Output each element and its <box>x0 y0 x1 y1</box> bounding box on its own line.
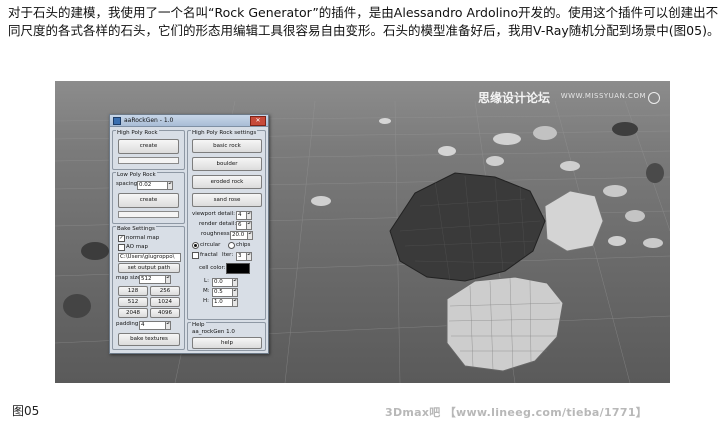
scene-watermark-site: WWW.MISSYUAN.COM <box>560 92 646 100</box>
bake-group: Bake Settings ✓ normal map AO map C:\Use… <box>112 226 185 350</box>
article-intro: 对于石头的建模，我使用了一个名叫“Rock Generator”的插件，是由Al… <box>8 5 720 38</box>
H-spinner-icon[interactable]: ▴▾ <box>232 298 238 307</box>
size-4096-button[interactable]: 4096 <box>150 308 180 318</box>
ao-map-label: AO map <box>126 244 148 250</box>
preset-basic-rock-button[interactable]: basic rock <box>192 139 262 153</box>
high-poly-settings-group: High Poly Rock settings basic rock bould… <box>187 130 266 320</box>
M-field[interactable]: 0.5 <box>212 288 233 297</box>
app-icon <box>113 116 121 125</box>
set-output-path-button[interactable]: set output path <box>118 263 180 273</box>
high-poly-create-button[interactable]: create <box>118 139 179 154</box>
help-title: Help <box>191 322 206 328</box>
about-label: aa_rockGen 1.0 <box>192 329 235 335</box>
preset-sand-rose-button[interactable]: sand rose <box>192 193 262 207</box>
ao-map-checkbox[interactable] <box>118 244 125 251</box>
iter-spinner-icon[interactable]: ▴▾ <box>246 252 252 261</box>
watermark-circle-icon <box>648 92 660 104</box>
preset-eroded-rock-button[interactable]: eroded rock <box>192 175 262 189</box>
M-label: M: <box>203 288 210 294</box>
dialog-titlebar[interactable]: aaRockGen - 1.0 <box>110 115 268 127</box>
roughness-label: roughness: <box>201 231 232 237</box>
H-field[interactable]: 1.0 <box>212 298 233 307</box>
iter-label: Iter: <box>222 252 234 258</box>
low-poly-title: Low Poly Rock <box>116 172 157 178</box>
rock-medium-light <box>544 190 604 252</box>
roughness-spinner-icon[interactable]: ▴▾ <box>247 231 253 240</box>
normal-map-label: normal map <box>126 235 160 241</box>
render-detail-spinner-icon[interactable]: ▴▾ <box>246 221 252 230</box>
scene-watermark-cn: 思缘设计论坛 <box>477 91 550 105</box>
close-button[interactable]: ✕ <box>250 116 266 126</box>
cell-color-label: cell color: <box>199 265 226 271</box>
help-button[interactable]: help <box>192 337 262 349</box>
padding-field[interactable]: 4 <box>139 321 166 330</box>
circular-radio[interactable] <box>192 242 199 249</box>
map-size-field[interactable]: 512 <box>139 275 166 284</box>
size-128-button[interactable]: 128 <box>118 286 148 296</box>
padding-label: padding: <box>116 321 141 327</box>
bake-title: Bake Settings <box>116 226 156 232</box>
L-label: L: <box>204 278 209 284</box>
rock-large-dark <box>389 172 546 282</box>
size-1024-button[interactable]: 1024 <box>150 297 180 307</box>
rock-large-light <box>446 276 564 372</box>
normal-map-checkbox[interactable]: ✓ <box>118 235 125 242</box>
dialog-title: aaRockGen - 1.0 <box>124 117 174 124</box>
low-poly-create-button[interactable]: create <box>118 193 179 208</box>
bake-textures-button[interactable]: bake textures <box>118 333 180 346</box>
spacing-field[interactable]: 0.02 <box>137 181 168 190</box>
help-group: Help aa_rockGen 1.0 help <box>187 322 266 351</box>
size-2048-button[interactable]: 2048 <box>118 308 148 318</box>
high-poly-progress-bar <box>118 157 179 164</box>
low-poly-progress-bar <box>118 211 179 218</box>
high-poly-group: High Poly Rock create <box>112 130 185 170</box>
high-poly-settings-title: High Poly Rock settings <box>191 130 258 136</box>
L-field[interactable]: 0.0 <box>212 278 233 287</box>
size-256-button[interactable]: 256 <box>150 286 180 296</box>
low-poly-group: Low Poly Rock spacing: 0.02 ▴▾ create <box>112 172 185 224</box>
viewport-detail-label: viewport detail: <box>192 211 235 217</box>
preset-boulder-button[interactable]: boulder <box>192 157 262 171</box>
figure-caption: 图05 <box>12 404 40 418</box>
L-spinner-icon[interactable]: ▴▾ <box>232 278 238 287</box>
spacing-label: spacing: <box>116 181 140 187</box>
circular-label: circular <box>200 242 221 248</box>
rockgen-dialog: aaRockGen - 1.0 ✕ High Poly Rock create … <box>109 114 269 354</box>
padding-spinner-icon[interactable]: ▴▾ <box>165 321 171 330</box>
high-poly-title: High Poly Rock <box>116 130 159 136</box>
fractal-checkbox[interactable] <box>192 252 199 259</box>
close-icon: ✕ <box>255 117 261 124</box>
viewport-render: 思缘设计论坛 WWW.MISSYUAN.COM aaRockGen - 1.0 … <box>55 81 670 383</box>
output-path-field[interactable]: C:\Users\giugroppo\ <box>118 253 181 262</box>
map-size-spinner-icon[interactable]: ▴▾ <box>165 275 171 284</box>
H-label: H: <box>203 298 209 304</box>
cell-color-swatch[interactable] <box>226 263 250 274</box>
chips-label: chips <box>236 242 251 248</box>
footer-watermark: 3Dmax吧 【www.lineeg.com/tieba/1771】 <box>385 406 648 419</box>
fractal-label: fractal <box>200 252 218 258</box>
render-detail-label: render detail: <box>199 221 237 227</box>
chips-radio[interactable] <box>228 242 235 249</box>
size-512-button[interactable]: 512 <box>118 297 148 307</box>
viewport-detail-spinner-icon[interactable]: ▴▾ <box>246 211 252 220</box>
roughness-field[interactable]: 20.0 <box>230 231 248 240</box>
spacing-spinner-icon[interactable]: ▴▾ <box>167 181 173 190</box>
M-spinner-icon[interactable]: ▴▾ <box>232 288 238 297</box>
